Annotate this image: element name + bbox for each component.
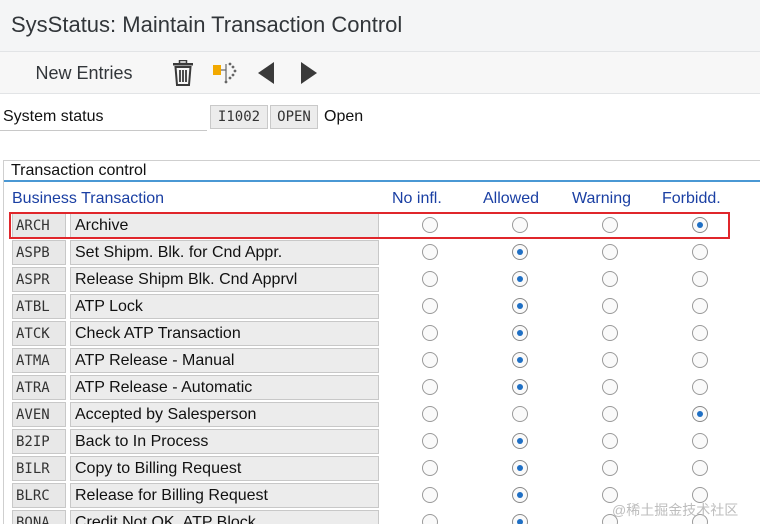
transaction-description: Check ATP Transaction — [70, 321, 379, 346]
radio-no-infl[interactable] — [422, 325, 438, 341]
radio-forbidden[interactable] — [692, 298, 708, 314]
label-underline — [0, 130, 207, 131]
radio-warning[interactable] — [602, 217, 618, 233]
transaction-description: Back to In Process — [70, 429, 379, 454]
column-header-warning: Warning — [572, 190, 631, 207]
column-header-business-transaction: Business Transaction — [12, 190, 165, 207]
radio-no-infl[interactable] — [422, 433, 438, 449]
next-button[interactable] — [292, 52, 326, 94]
radio-warning[interactable] — [602, 406, 618, 422]
transaction-description: ATP Release - Automatic — [70, 375, 379, 400]
radio-no-infl[interactable] — [422, 217, 438, 233]
radio-no-infl[interactable] — [422, 298, 438, 314]
radio-forbidden[interactable] — [692, 406, 708, 422]
radio-warning[interactable] — [602, 460, 618, 476]
radio-no-infl[interactable] — [422, 460, 438, 476]
transaction-description: Release Shipm Blk. Cnd Apprvl — [70, 267, 379, 292]
group-title: Transaction control — [11, 162, 147, 179]
select-block-button[interactable] — [208, 52, 242, 94]
transaction-description: ATP Release - Manual — [70, 348, 379, 373]
radio-forbidden[interactable] — [692, 271, 708, 287]
transaction-description: ATP Lock — [70, 294, 379, 319]
transaction-code: ASPR — [12, 267, 66, 292]
toolbar: New Entries — [0, 52, 760, 94]
new-entries-button[interactable]: New Entries — [24, 52, 144, 94]
transaction-code: ATCK — [12, 321, 66, 346]
radio-warning[interactable] — [602, 271, 618, 287]
transaction-code: AVEN — [12, 402, 66, 427]
transaction-code: ATBL — [12, 294, 66, 319]
radio-warning[interactable] — [602, 244, 618, 260]
title-bar: SysStatus: Maintain Transaction Control — [0, 0, 760, 52]
system-status-label: System status — [3, 108, 104, 125]
radio-allowed[interactable] — [512, 217, 528, 233]
transaction-code: BONA — [12, 510, 66, 524]
transaction-code: BILR — [12, 456, 66, 481]
transaction-code: ATRA — [12, 375, 66, 400]
transaction-description: Copy to Billing Request — [70, 456, 379, 481]
radio-no-infl[interactable] — [422, 271, 438, 287]
radio-allowed[interactable] — [512, 298, 528, 314]
radio-allowed[interactable] — [512, 406, 528, 422]
radio-allowed[interactable] — [512, 460, 528, 476]
page-title: SysStatus: Maintain Transaction Control — [11, 12, 403, 37]
transaction-code: ATMA — [12, 348, 66, 373]
radio-allowed[interactable] — [512, 514, 528, 524]
radio-no-infl[interactable] — [422, 514, 438, 524]
radio-forbidden[interactable] — [692, 217, 708, 233]
radio-no-infl[interactable] — [422, 487, 438, 503]
status-short-field: OPEN — [270, 105, 318, 129]
transaction-description: Accepted by Salesperson — [70, 402, 379, 427]
previous-button[interactable] — [249, 52, 283, 94]
radio-warning[interactable] — [602, 352, 618, 368]
radio-forbidden[interactable] — [692, 460, 708, 476]
radio-no-infl[interactable] — [422, 379, 438, 395]
radio-allowed[interactable] — [512, 325, 528, 341]
transaction-code: ASPB — [12, 240, 66, 265]
radio-forbidden[interactable] — [692, 352, 708, 368]
transaction-code: BLRC — [12, 483, 66, 508]
radio-no-infl[interactable] — [422, 352, 438, 368]
transaction-code: B2IP — [12, 429, 66, 454]
transaction-description: Credit Not OK, ATP Block — [70, 510, 379, 524]
transaction-code: ARCH — [12, 213, 66, 238]
radio-forbidden[interactable] — [692, 244, 708, 260]
transaction-description: Set Shipm. Blk. for Cnd Appr. — [70, 240, 379, 265]
next-arrow-icon — [301, 62, 317, 84]
status-code-field: I1002 — [210, 105, 268, 129]
delete-button[interactable] — [166, 52, 200, 94]
watermark: @稀土掘金技术社区 — [612, 502, 739, 518]
column-header-no-influence: No infl. — [392, 190, 442, 207]
system-status-row: System status I1002 OPEN Open — [0, 105, 760, 131]
radio-allowed[interactable] — [512, 244, 528, 260]
radio-forbidden[interactable] — [692, 433, 708, 449]
radio-allowed[interactable] — [512, 379, 528, 395]
radio-allowed[interactable] — [512, 487, 528, 503]
transaction-description: Archive — [70, 213, 379, 238]
radio-no-infl[interactable] — [422, 244, 438, 260]
transaction-description: Release for Billing Request — [70, 483, 379, 508]
status-text: Open — [324, 108, 364, 125]
radio-allowed[interactable] — [512, 352, 528, 368]
radio-forbidden[interactable] — [692, 325, 708, 341]
radio-warning[interactable] — [602, 433, 618, 449]
select-block-icon — [213, 62, 237, 84]
radio-forbidden[interactable] — [692, 379, 708, 395]
radio-no-infl[interactable] — [422, 406, 438, 422]
previous-arrow-icon — [258, 62, 274, 84]
column-header-forbidden: Forbidd. — [662, 190, 721, 207]
column-header-allowed: Allowed — [483, 190, 540, 207]
radio-warning[interactable] — [602, 298, 618, 314]
trash-icon — [173, 60, 193, 86]
radio-allowed[interactable] — [512, 271, 528, 287]
group-divider — [4, 180, 760, 182]
radio-warning[interactable] — [602, 379, 618, 395]
radio-warning[interactable] — [602, 325, 618, 341]
radio-allowed[interactable] — [512, 433, 528, 449]
